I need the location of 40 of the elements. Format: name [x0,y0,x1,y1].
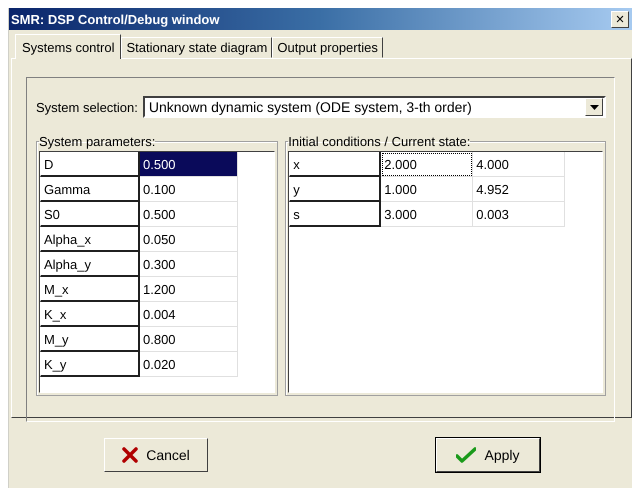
row-header-cell: x [289,152,382,177]
value-cell[interactable]: 1.000 [381,177,474,202]
cross-icon [122,447,138,463]
value-cell[interactable]: 4.000 [473,152,566,177]
checkmark-icon [456,447,476,463]
group-title: Initial conditions / Current state: [288,134,470,149]
row-header-cell: D [40,152,140,177]
row-header-cell: Alpha_y [40,252,140,277]
value-cell[interactable]: 0.004 [140,302,238,327]
close-button[interactable]: × [611,10,629,28]
value-cell[interactable]: 0.020 [140,352,238,377]
row-header-cell: M_y [40,327,140,352]
value-cell[interactable]: 0.500 [140,202,238,227]
tab[interactable]: Systems control [15,34,122,59]
value-cell[interactable]: 0.500 [140,152,238,177]
apply-button[interactable]: Apply [436,438,540,472]
value-cell[interactable]: 0.800 [140,327,238,352]
value-cell[interactable]: 4.952 [473,177,566,202]
row-header-cell: M_x [40,277,140,302]
row-header-cell: S0 [40,202,140,227]
row-header-cell: y [289,177,382,202]
value-cell[interactable]: 0.100 [140,177,238,202]
field-label: System selection: [36,100,138,114]
row-header-cell: K_y [40,352,140,377]
tab[interactable]: Output properties [272,37,383,58]
row-header-cell: s [289,202,382,227]
row-header-cell: K_x [40,302,140,327]
cancel-button[interactable]: Cancel [104,438,208,472]
tab[interactable]: Stationary state diagram [121,37,272,58]
group-title: System parameters: [39,134,156,149]
value-cell[interactable]: 0.050 [140,227,238,252]
row-header-cell: Alpha_x [40,227,140,252]
value-cell[interactable]: 0.003 [473,202,566,227]
window-title: SMR: DSP Control/Debug window [11,12,220,26]
value-cell[interactable]: 3.000 [381,202,474,227]
value-cell[interactable]: 1.200 [140,277,238,302]
value-cell[interactable]: 0.300 [140,252,238,277]
system-dropdown[interactable]: Unknown dynamic system (ODE system, 3-th order) [142,96,606,118]
row-header-cell: Gamma [40,177,140,202]
value-cell[interactable]: 2.000 [381,152,474,177]
